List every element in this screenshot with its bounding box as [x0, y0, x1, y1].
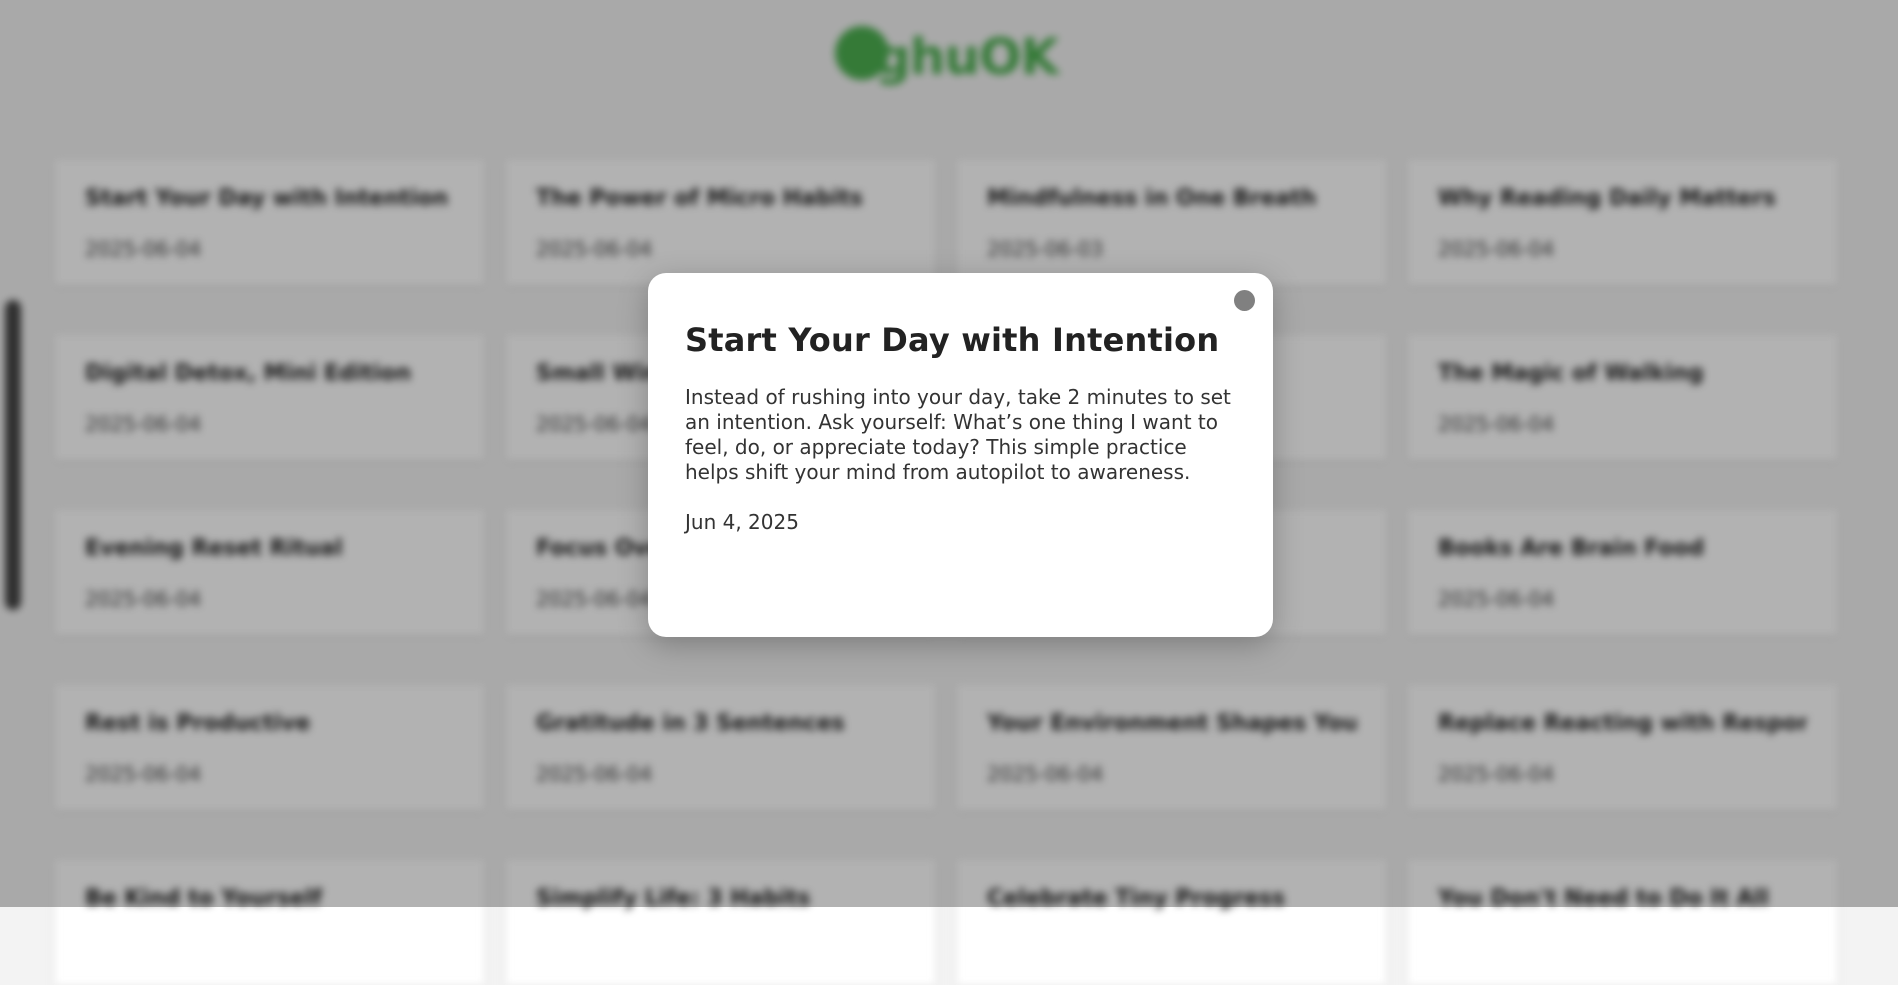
- modal-title: Start Your Day with Intention: [685, 321, 1220, 359]
- close-button[interactable]: [1234, 290, 1255, 311]
- article-modal: Start Your Day with Intention Instead of…: [648, 273, 1273, 637]
- modal-body: Instead of rushing into your day, take 2…: [685, 385, 1231, 484]
- modal-date: Jun 4, 2025: [685, 510, 799, 534]
